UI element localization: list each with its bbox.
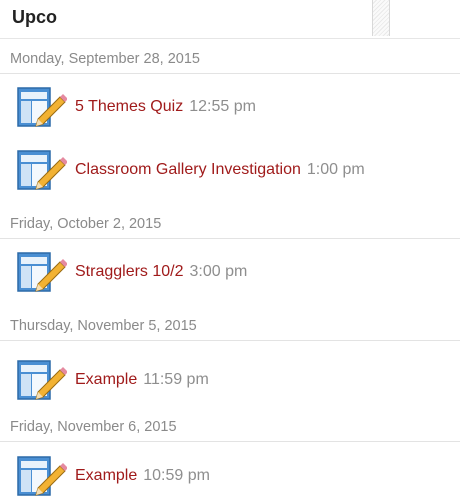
assignment-icon (17, 456, 67, 496)
event-title[interactable]: Example (75, 467, 137, 484)
event-time: 3:00 pm (189, 263, 248, 280)
event-time: 12:55 pm (189, 98, 256, 115)
assignment-icon (17, 252, 67, 292)
date-header: Friday, October 2, 2015 (0, 210, 460, 239)
event-item[interactable]: Classroom Gallery Investigation 1:00 pm (0, 149, 460, 193)
upcoming-header: Upco (0, 0, 460, 39)
event-time: 11:59 pm (143, 371, 209, 388)
event-time: 1:00 pm (306, 161, 365, 178)
date-label: Thursday, November 5, 2015 (10, 318, 197, 334)
date-label: Monday, September 28, 2015 (10, 51, 200, 67)
event-title[interactable]: Stragglers 10/2 (75, 263, 184, 280)
event-item[interactable]: Example 10:59 pm (0, 455, 460, 499)
event-item[interactable]: Example 11:59 pm (0, 359, 460, 403)
event-title[interactable]: Classroom Gallery Investigation (75, 161, 301, 178)
event-title[interactable]: Example (75, 371, 137, 388)
date-label: Friday, November 6, 2015 (10, 419, 177, 435)
upcoming-title: Upco (12, 7, 57, 27)
assignment-icon (17, 150, 67, 190)
event-title[interactable]: 5 Themes Quiz (75, 98, 183, 115)
event-time: 10:59 pm (143, 467, 210, 484)
date-header: Friday, November 6, 2015 (0, 413, 460, 442)
assignment-icon (17, 360, 67, 400)
date-label: Friday, October 2, 2015 (10, 216, 162, 232)
resize-handle[interactable] (372, 0, 390, 36)
date-header: Monday, September 28, 2015 (0, 45, 460, 74)
date-header: Thursday, November 5, 2015 (0, 312, 460, 341)
assignment-icon (17, 87, 67, 127)
event-item[interactable]: 5 Themes Quiz 12:55 pm (0, 86, 460, 130)
event-item[interactable]: Stragglers 10/2 3:00 pm (0, 251, 460, 295)
